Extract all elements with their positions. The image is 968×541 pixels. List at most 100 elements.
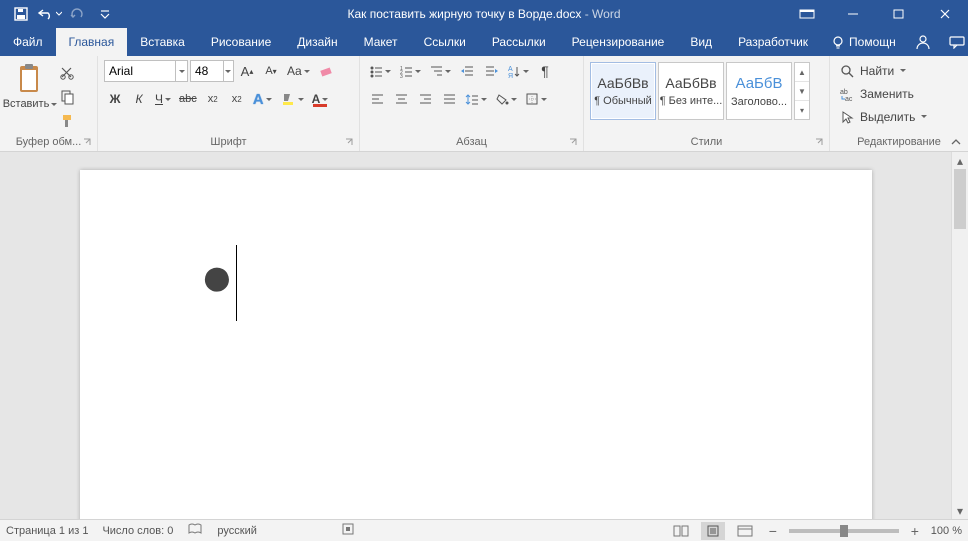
zoom-slider[interactable] xyxy=(789,529,899,533)
status-macro[interactable] xyxy=(341,522,355,539)
maximize-button[interactable] xyxy=(876,0,922,28)
tab-file[interactable]: Файл xyxy=(0,28,56,56)
tab-mailings[interactable]: Рассылки xyxy=(479,28,559,56)
highlight-button[interactable] xyxy=(277,88,307,110)
group-clipboard: Вставить Буфер обм... xyxy=(0,56,98,151)
zoom-level[interactable]: 100 % xyxy=(931,525,962,537)
zoom-in[interactable]: + xyxy=(907,523,923,539)
document-content[interactable]: ● xyxy=(200,245,237,321)
collapse-ribbon-button[interactable] xyxy=(948,135,964,149)
copy-button[interactable] xyxy=(56,86,78,108)
share-button[interactable] xyxy=(940,28,968,56)
status-proofing[interactable] xyxy=(187,522,203,539)
font-color-button[interactable]: A xyxy=(309,88,332,110)
styles-launcher[interactable] xyxy=(813,137,825,149)
borders-icon xyxy=(525,92,539,106)
change-case-button[interactable]: Aa xyxy=(284,60,313,82)
gallery-up[interactable]: ▲ xyxy=(795,63,809,82)
svg-text:Я: Я xyxy=(508,73,513,78)
font-name-input[interactable] xyxy=(105,61,175,81)
format-painter-button[interactable] xyxy=(56,110,78,132)
account-button[interactable] xyxy=(906,28,940,56)
select-button[interactable]: Выделить xyxy=(836,106,931,128)
decrease-indent-button[interactable] xyxy=(456,60,478,82)
status-bar: Страница 1 из 1 Число слов: 0 русский − … xyxy=(0,519,968,541)
increase-indent-button[interactable] xyxy=(480,60,502,82)
minimize-button[interactable] xyxy=(830,0,876,28)
undo-button[interactable] xyxy=(36,1,62,27)
paragraph-launcher[interactable] xyxy=(567,137,579,149)
style-heading1[interactable]: АаБбВ Заголово... xyxy=(726,62,792,120)
strikethrough-button[interactable]: abc xyxy=(176,88,200,110)
tab-draw[interactable]: Рисование xyxy=(198,28,284,56)
italic-button[interactable]: К xyxy=(128,88,150,110)
ribbon-options-button[interactable] xyxy=(784,0,830,28)
scroll-thumb[interactable] xyxy=(954,169,966,229)
close-button[interactable] xyxy=(922,0,968,28)
tab-home[interactable]: Главная xyxy=(56,28,128,56)
clipboard-launcher[interactable] xyxy=(81,137,93,149)
tab-references[interactable]: Ссылки xyxy=(411,28,479,56)
qat-customize-button[interactable] xyxy=(92,1,118,27)
tab-developer[interactable]: Разработчик xyxy=(725,28,821,56)
sort-button[interactable]: AЯ xyxy=(504,60,532,82)
page[interactable]: ● xyxy=(80,170,872,519)
underline-button[interactable]: Ч xyxy=(152,88,174,110)
show-marks-button[interactable]: ¶ xyxy=(534,60,556,82)
style-normal[interactable]: АаБбВв ¶ Обычный xyxy=(590,62,656,120)
tab-design[interactable]: Дизайн xyxy=(284,28,350,56)
superscript-button[interactable]: x2 xyxy=(226,88,248,110)
subscript-button[interactable]: x2 xyxy=(202,88,224,110)
font-name-arrow[interactable] xyxy=(175,61,187,81)
font-size-combo[interactable] xyxy=(190,60,234,82)
view-print[interactable] xyxy=(701,522,725,540)
status-page[interactable]: Страница 1 из 1 xyxy=(6,525,88,537)
align-center-button[interactable] xyxy=(390,88,412,110)
status-language[interactable]: русский xyxy=(217,525,256,537)
vertical-scrollbar[interactable]: ▴ ▾ xyxy=(951,152,968,519)
brush-icon xyxy=(59,113,75,129)
multilevel-button[interactable] xyxy=(426,60,454,82)
bullets-button[interactable] xyxy=(366,60,394,82)
shading-button[interactable] xyxy=(492,88,520,110)
cut-button[interactable] xyxy=(56,62,78,84)
replace-button[interactable]: abac Заменить xyxy=(836,83,931,105)
gallery-more[interactable]: ▾ xyxy=(795,101,809,119)
font-name-combo[interactable] xyxy=(104,60,188,82)
gallery-down[interactable]: ▼ xyxy=(795,82,809,101)
clear-formatting-button[interactable] xyxy=(315,60,337,82)
redo-button[interactable] xyxy=(64,1,90,27)
ribbon: Вставить Буфер обм... A▴ A▾ Aa xyxy=(0,56,968,152)
borders-button[interactable] xyxy=(522,88,550,110)
scroll-down[interactable]: ▾ xyxy=(952,502,968,519)
tab-review[interactable]: Рецензирование xyxy=(559,28,678,56)
save-button[interactable] xyxy=(8,1,34,27)
zoom-out[interactable]: − xyxy=(765,523,781,539)
font-size-arrow[interactable] xyxy=(223,61,233,81)
tell-me-button[interactable]: Помощн xyxy=(821,28,906,56)
tab-view[interactable]: Вид xyxy=(677,28,725,56)
font-size-input[interactable] xyxy=(191,61,223,81)
grow-font-button[interactable]: A▴ xyxy=(236,60,258,82)
status-words[interactable]: Число слов: 0 xyxy=(102,525,173,537)
paste-button[interactable]: Вставить xyxy=(6,60,54,128)
align-left-button[interactable] xyxy=(366,88,388,110)
sort-icon: AЯ xyxy=(507,64,521,78)
view-web[interactable] xyxy=(733,522,757,540)
tab-layout[interactable]: Макет xyxy=(351,28,411,56)
search-icon xyxy=(840,64,854,78)
shrink-font-button[interactable]: A▾ xyxy=(260,60,282,82)
align-right-button[interactable] xyxy=(414,88,436,110)
font-launcher[interactable] xyxy=(343,137,355,149)
scroll-up[interactable]: ▴ xyxy=(952,152,968,169)
numbering-button[interactable]: 123 xyxy=(396,60,424,82)
view-read[interactable] xyxy=(669,522,693,540)
bold-button[interactable]: Ж xyxy=(104,88,126,110)
justify-button[interactable] xyxy=(438,88,460,110)
text-effects-button[interactable]: A xyxy=(250,88,275,110)
zoom-thumb[interactable] xyxy=(840,525,848,537)
find-button[interactable]: Найти xyxy=(836,60,931,82)
style-no-spacing[interactable]: АаБбВв ¶ Без инте... xyxy=(658,62,724,120)
tab-insert[interactable]: Вставка xyxy=(127,28,198,56)
line-spacing-button[interactable] xyxy=(462,88,490,110)
